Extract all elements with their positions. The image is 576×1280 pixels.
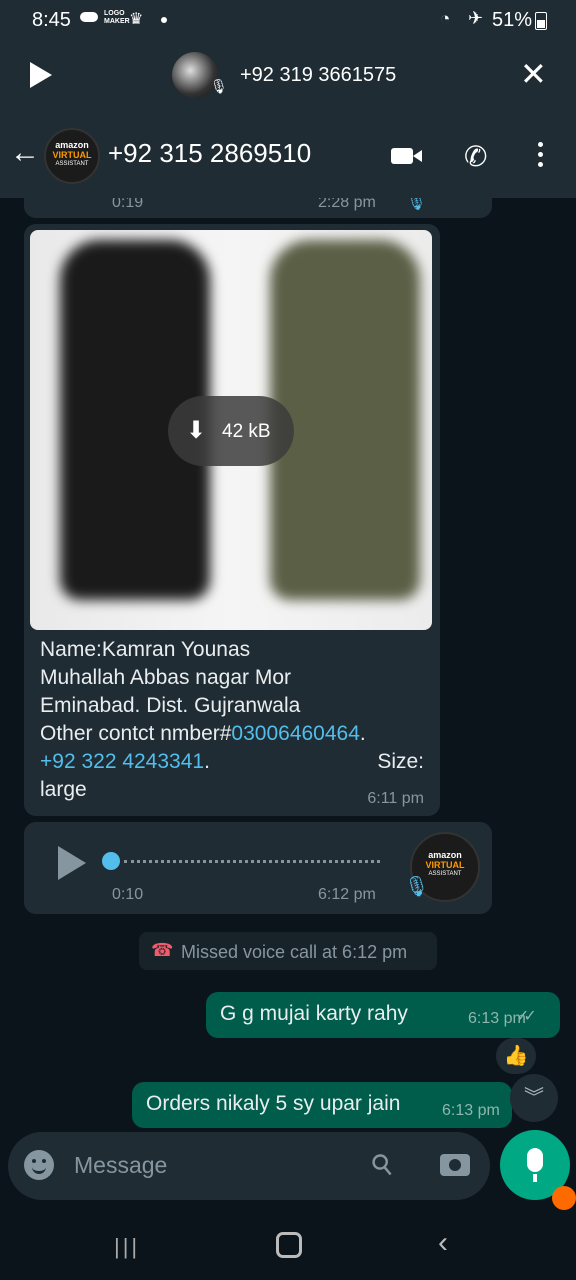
video-call-icon[interactable] [391, 148, 422, 164]
crown-icon: ♛ [129, 11, 144, 28]
message-time: 6:13 pm [442, 1102, 500, 1119]
download-button[interactable]: ⬇ 42 kB [168, 396, 294, 466]
avatar-text-amazon: amazon [428, 850, 462, 860]
voice-player-bar: 🎙 +92 319 3661575 ✕ [0, 40, 576, 112]
message-input-bar: Message ⚲ [8, 1132, 490, 1200]
outgoing-message[interactable]: Orders nikaly 5 sy upar jain 6:13 pm [132, 1082, 512, 1128]
caption-line: +92 322 4243341. [40, 748, 424, 776]
battery-level: 51% [492, 9, 533, 31]
caption-text: Other contct nmber# [40, 722, 232, 745]
outgoing-message[interactable]: G g mujai karty rahy 6:13 pm ✓✓ [206, 992, 560, 1038]
message-text: Orders nikaly 5 sy upar jain [146, 1092, 401, 1115]
mic-icon: 🎙 [404, 876, 430, 898]
mic-icon: 🎙 [406, 198, 427, 211]
mic-icon: 🎙 [210, 78, 228, 94]
play-icon[interactable] [58, 846, 86, 880]
caption-size-label: Size: [377, 750, 424, 773]
caption-text: . [359, 722, 366, 745]
message-text: G g mujai karty rahy [220, 1002, 408, 1025]
voice-duration: 0:10 [112, 886, 144, 903]
status-time: 8:45 [32, 9, 71, 31]
avatar-text-virtual: VIRTUAL [425, 860, 465, 870]
voice-duration: 0:19 [112, 198, 144, 211]
voice-message-previous[interactable]: 0:19 2:28 pm 🎙 [24, 198, 492, 218]
cloud-icon [80, 12, 98, 22]
mic-stand [533, 1174, 537, 1182]
phone-icon[interactable]: ✆ [464, 140, 487, 173]
message-time: 6:12 pm [318, 886, 376, 903]
caption-text: . [204, 750, 210, 773]
phone-link[interactable]: 03006460464 [231, 722, 359, 745]
notification-dot-icon [161, 17, 167, 23]
read-receipt-icon: ✓✓ [516, 1008, 537, 1025]
voice-seek-handle[interactable] [102, 852, 120, 870]
attach-icon[interactable]: ⚲ [364, 1145, 401, 1183]
image-preview[interactable]: ⬇ 42 kB [30, 230, 432, 630]
battery-icon [535, 12, 547, 30]
contact-title[interactable]: +92 315 2869510 [108, 138, 311, 169]
caption-line: Eminabad. Dist. Gujranwala [40, 694, 301, 717]
download-size: 42 kB [222, 421, 271, 442]
voice-message[interactable]: 0:10 6:12 pm amazon VIRTUAL ASSISTANT 🎙 [24, 822, 492, 914]
airplane-icon: ✈ [468, 8, 484, 28]
message-time: 6:11 pm [367, 790, 424, 807]
scroll-down-icon[interactable]: ︾ [510, 1074, 558, 1122]
emoji-icon[interactable] [24, 1150, 54, 1180]
message-time: 2:28 pm [318, 198, 376, 211]
voice-waveform[interactable] [124, 860, 380, 863]
back-arrow-icon[interactable]: ← [10, 136, 40, 170]
image-message[interactable]: ⬇ 42 kB Name:Kamran Younas Muhallah Abba… [24, 224, 440, 816]
caption-line: Muhallah Abbas nagar Mor [40, 666, 291, 689]
avatar-text-assistant: ASSISTANT [55, 161, 89, 167]
nav-back-icon[interactable]: ‹ [438, 1226, 448, 1260]
missed-call-icon: ☎ [151, 940, 174, 960]
avatar-text-amazon: amazon [55, 140, 89, 150]
missed-call-text: Missed voice call at 6:12 pm [181, 942, 408, 962]
play-icon[interactable] [30, 62, 52, 88]
caption-line: Other contct nmber#03006460464. [40, 720, 424, 748]
reaction-badge[interactable]: 👍 [496, 1038, 536, 1074]
close-icon[interactable]: ✕ [520, 56, 547, 92]
phone-link[interactable]: +92 322 4243341 [40, 750, 204, 773]
wifi-icon: ◔ [440, 9, 451, 28]
contact-avatar[interactable]: amazon VIRTUAL ASSISTANT [44, 128, 100, 184]
message-input[interactable]: Message [74, 1152, 167, 1179]
download-arrow-icon: ⬇ [186, 417, 207, 444]
mic-icon [527, 1148, 543, 1172]
avatar-text-virtual: VIRTUAL [52, 150, 92, 160]
camera-icon[interactable] [440, 1154, 470, 1176]
missed-call-notice: ☎ Missed voice call at 6:12 pm [139, 932, 437, 970]
player-contact-number[interactable]: +92 319 3661575 [240, 64, 396, 87]
image-caption: Name:Kamran Younas Muhallah Abbas nagar … [40, 636, 424, 804]
chat-area[interactable]: 0:19 2:28 pm 🎙 ⬇ 42 kB Name:Kamran Youna… [0, 198, 576, 1210]
logo-maker-icon: LOGO MAKER [104, 10, 130, 25]
home-icon[interactable] [276, 1232, 302, 1258]
chat-header: ← amazon VIRTUAL ASSISTANT +92 315 28695… [0, 112, 576, 198]
overlay-badge-icon[interactable] [552, 1186, 576, 1210]
caption-line: Name:Kamran Younas [40, 638, 251, 661]
recent-apps-icon[interactable]: ||| [114, 1234, 140, 1260]
status-bar: 8:45 LOGO MAKER ♛ ◔ ✈ 51% [0, 0, 576, 40]
more-options-icon[interactable] [538, 142, 543, 172]
system-nav-bar: ||| ‹ [0, 1210, 576, 1280]
